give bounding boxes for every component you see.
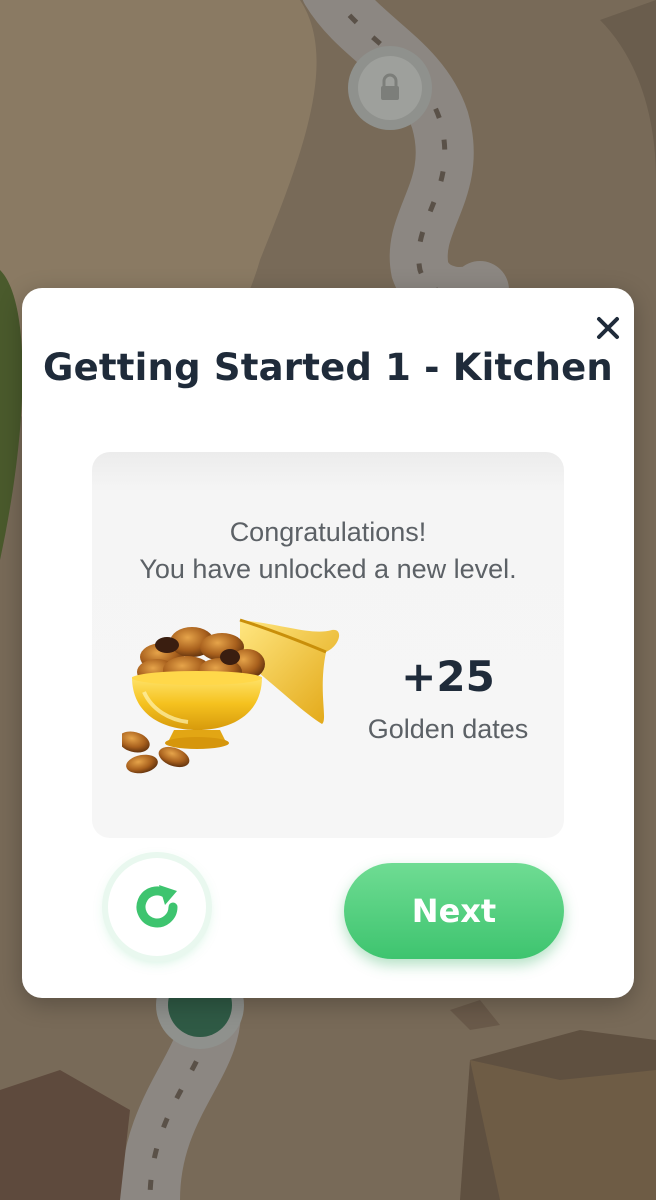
golden-dates-bowl-icon xyxy=(122,618,340,774)
close-button[interactable] xyxy=(588,308,628,348)
message-line-1: Congratulations! xyxy=(229,517,427,547)
next-button[interactable]: Next xyxy=(344,863,564,959)
reward-amount: +25 xyxy=(401,652,495,701)
replay-icon xyxy=(136,885,178,928)
congratulations-message: Congratulations! You have unlocked a new… xyxy=(92,514,564,588)
modal-title: Getting Started 1 - Kitchen xyxy=(43,346,613,389)
close-icon xyxy=(597,317,619,339)
level-complete-modal: Getting Started 1 - Kitchen Congratulati… xyxy=(22,288,634,998)
reward-label: Golden dates xyxy=(367,714,529,744)
replay-button[interactable] xyxy=(108,858,206,956)
reward-card: Congratulations! You have unlocked a new… xyxy=(92,452,564,838)
message-line-2: You have unlocked a new level. xyxy=(139,554,517,584)
